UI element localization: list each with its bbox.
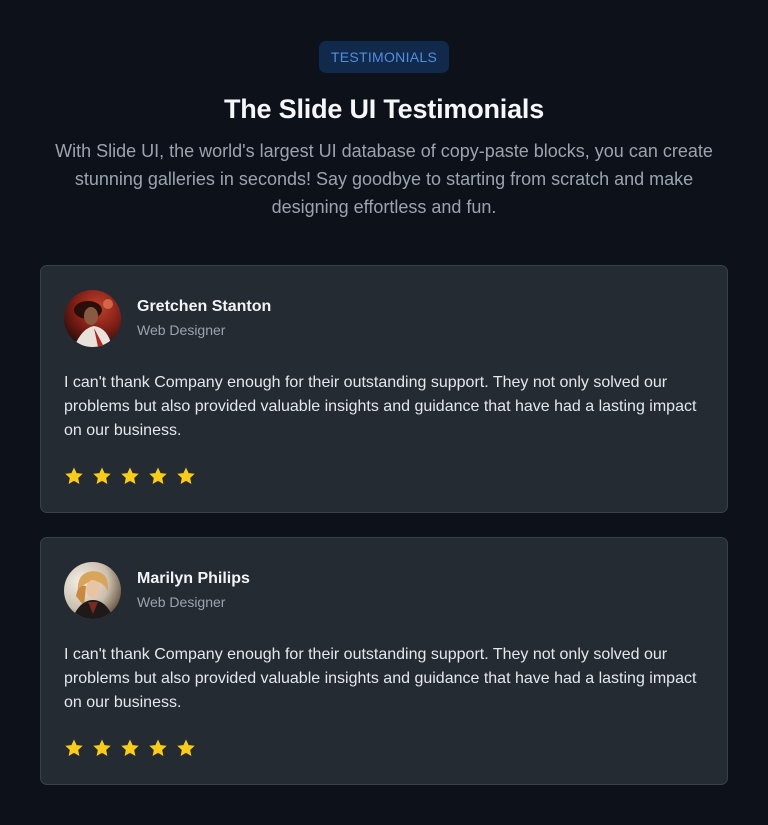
star-icon [177,467,195,484]
section-subtitle: With Slide UI, the world's largest UI da… [55,141,713,217]
testimonials-section: TESTIMONIALS The Slide UI Testimonials W… [0,0,768,825]
star-icon [121,739,139,756]
section-title: The Slide UI Testimonials [223,94,545,124]
testimonial-author: Gretchen Stanton Web Designer [64,289,705,347]
testimonial-list: Gretchen Stanton Web Designer I can't th… [40,265,728,809]
author-role: Web Designer [137,594,226,610]
testimonial-card: Gretchen Stanton Web Designer I can't th… [40,265,728,513]
star-icon [177,739,195,756]
author-name: Gretchen Stanton [137,298,272,315]
star-icon [65,467,83,484]
star-icon [93,739,111,756]
testimonial-card: Marilyn Philips Web Designer I can't tha… [40,537,728,785]
star-icon [121,467,139,484]
star-rating [64,738,705,758]
author-role: Web Designer [137,322,226,338]
testimonial-quote: I can't thank Company enough for their o… [64,374,697,439]
star-icon [149,467,167,484]
testimonial-quote: I can't thank Company enough for their o… [64,646,697,711]
star-icon [65,739,83,756]
avatar [64,561,121,619]
avatar [64,289,121,347]
author-name: Marilyn Philips [137,570,250,587]
section-header: TESTIMONIALS The Slide UI Testimonials W… [0,0,768,221]
testimonials-badge: TESTIMONIALS [318,41,450,73]
star-icon [93,467,111,484]
testimonial-author: Marilyn Philips Web Designer [64,561,705,619]
star-icon [149,739,167,756]
star-rating [64,466,705,486]
